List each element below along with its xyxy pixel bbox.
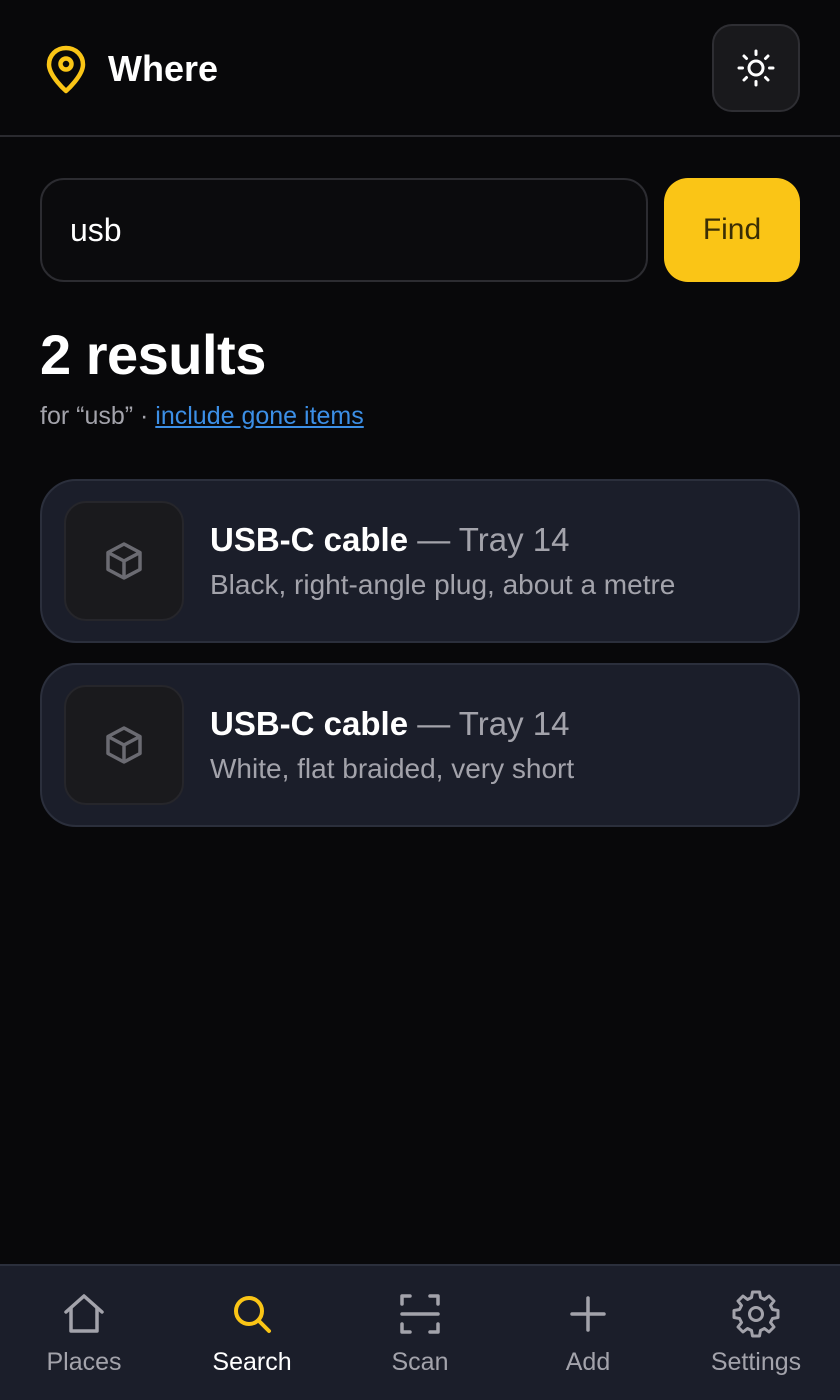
- sun-icon: [737, 49, 775, 87]
- nav-label: Add: [565, 1348, 611, 1376]
- nav-label: Settings: [710, 1348, 802, 1376]
- brand: Where: [44, 44, 218, 96]
- box-icon: [106, 726, 142, 764]
- find-button[interactable]: Find: [664, 178, 800, 282]
- item-description: White, flat braided, very short: [210, 753, 575, 784]
- result-card[interactable]: USB-C cable — Tray 14 White, flat braide…: [40, 663, 800, 827]
- bottom-nav: Places Search Scan Add Settings: [0, 1264, 840, 1400]
- nav-item-add[interactable]: Add: [504, 1266, 672, 1400]
- nav-item-settings[interactable]: Settings: [672, 1266, 840, 1400]
- nav-label: Scan: [391, 1348, 449, 1376]
- nav-label: Places: [46, 1348, 122, 1376]
- results-query: for “usb” ·: [40, 402, 156, 430]
- nav-item-search[interactable]: Search: [168, 1266, 336, 1400]
- nav-item-places[interactable]: Places: [0, 1266, 168, 1400]
- nav-label: Search: [212, 1348, 292, 1376]
- item-title: USB-C cable — Tray 14: [210, 705, 569, 743]
- nav-item-scan[interactable]: Scan: [336, 1266, 504, 1400]
- search-icon: [234, 1296, 271, 1333]
- item-location: — Tray 14: [408, 705, 570, 742]
- location-pin-icon: [46, 45, 86, 94]
- item-name: USB-C cable: [210, 521, 409, 558]
- app-header: Where: [0, 0, 840, 137]
- result-card[interactable]: USB-C cable — Tray 14 Black, right-angle…: [40, 479, 800, 643]
- app-root: Where Find 2 results for “usb”: [0, 0, 840, 1400]
- item-title: USB-C cable — Tray 14: [210, 521, 569, 559]
- app-title: Where: [108, 48, 219, 89]
- box-icon: [106, 542, 142, 580]
- item-thumbnail: [64, 501, 184, 621]
- item-name: USB-C cable: [210, 705, 409, 742]
- gear-icon: [732, 1290, 780, 1338]
- results-count: 2 results: [40, 323, 266, 386]
- plus-icon: [570, 1296, 606, 1332]
- theme-toggle-button[interactable]: [712, 24, 800, 112]
- item-thumbnail: [64, 685, 184, 805]
- include-gone-items-link[interactable]: include gone items: [155, 402, 363, 430]
- item-description: Black, right-angle plug, about a metre: [210, 569, 676, 600]
- scan-icon: [400, 1294, 440, 1334]
- home-icon: [64, 1294, 104, 1333]
- results-subtitle: for “usb” · include gone items: [40, 402, 364, 431]
- item-location: — Tray 14: [408, 521, 570, 558]
- search-input[interactable]: [40, 178, 648, 282]
